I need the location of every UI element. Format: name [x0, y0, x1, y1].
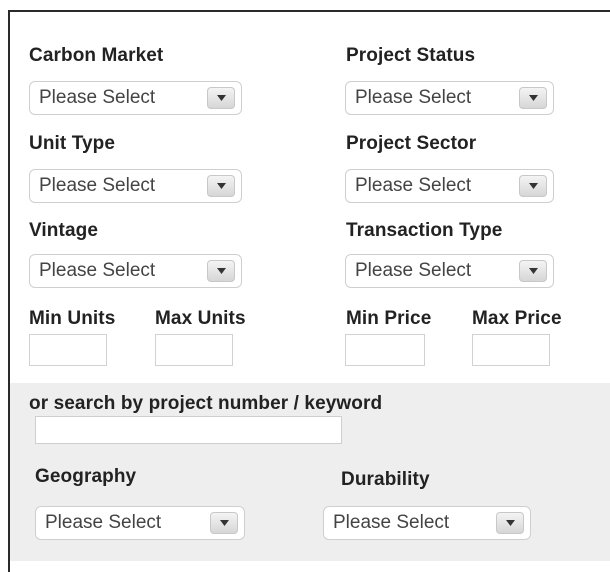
- max-units-label: Max Units: [155, 308, 246, 329]
- project-sector-select[interactable]: Please Select: [345, 169, 554, 203]
- geography-select[interactable]: Please Select: [35, 506, 245, 540]
- unit-type-select[interactable]: Please Select: [29, 169, 242, 203]
- min-units-input[interactable]: [29, 334, 107, 366]
- project-sector-select-value: Please Select: [355, 175, 472, 196]
- geography-label: Geography: [35, 466, 137, 487]
- carbon-market-select[interactable]: Please Select: [29, 81, 242, 115]
- transaction-type-select[interactable]: Please Select: [345, 254, 554, 288]
- project-status-label: Project Status: [346, 45, 476, 66]
- transaction-type-select-value: Please Select: [355, 260, 472, 281]
- min-price-label: Min Price: [346, 308, 432, 329]
- max-units-input[interactable]: [155, 334, 233, 366]
- transaction-type-label: Transaction Type: [346, 220, 503, 241]
- min-price-input[interactable]: [345, 334, 425, 366]
- durability-select-value: Please Select: [333, 512, 450, 533]
- chevron-down-icon[interactable]: [519, 175, 547, 197]
- chevron-down-icon[interactable]: [207, 260, 235, 282]
- search-input[interactable]: [35, 416, 342, 444]
- project-status-select[interactable]: Please Select: [345, 81, 554, 115]
- project-sector-label: Project Sector: [346, 133, 477, 154]
- unit-type-label: Unit Type: [29, 133, 116, 154]
- chevron-down-icon[interactable]: [519, 260, 547, 282]
- chevron-down-icon[interactable]: [210, 512, 238, 534]
- min-units-label: Min Units: [29, 308, 116, 329]
- vintage-label: Vintage: [29, 220, 98, 241]
- geography-select-value: Please Select: [45, 512, 162, 533]
- carbon-market-select-value: Please Select: [39, 87, 156, 108]
- unit-type-select-value: Please Select: [39, 175, 156, 196]
- max-price-input[interactable]: [472, 334, 550, 366]
- chevron-down-icon[interactable]: [207, 175, 235, 197]
- chevron-down-icon[interactable]: [519, 87, 547, 109]
- chevron-down-icon[interactable]: [496, 512, 524, 534]
- vintage-select[interactable]: Please Select: [29, 254, 242, 288]
- durability-select[interactable]: Please Select: [323, 506, 531, 540]
- project-status-select-value: Please Select: [355, 87, 472, 108]
- max-price-label: Max Price: [472, 308, 562, 329]
- chevron-down-icon[interactable]: [207, 87, 235, 109]
- search-label: or search by project number / keyword: [29, 393, 383, 414]
- vintage-select-value: Please Select: [39, 260, 156, 281]
- durability-label: Durability: [341, 469, 430, 490]
- carbon-market-label: Carbon Market: [29, 45, 164, 66]
